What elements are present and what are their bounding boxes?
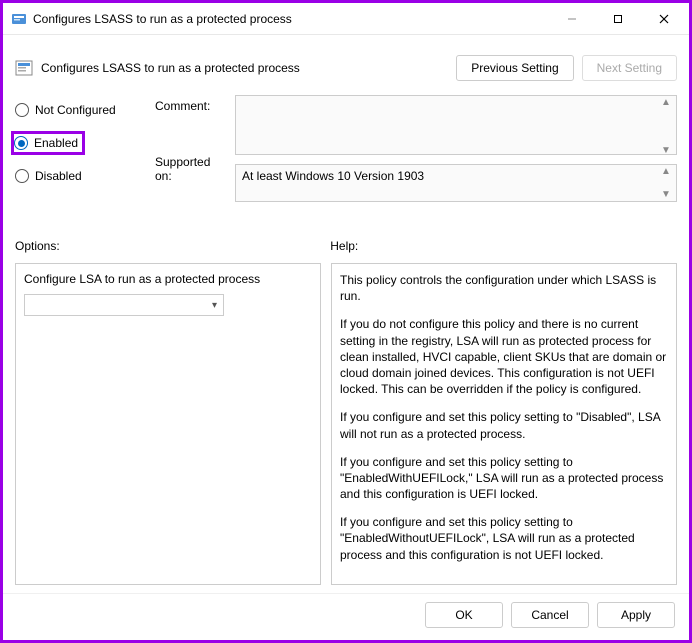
help-p2: If you do not configure this policy and … bbox=[340, 316, 668, 397]
radio-label: Not Configured bbox=[35, 103, 116, 117]
next-setting-button: Next Setting bbox=[582, 55, 677, 81]
apply-button[interactable]: Apply bbox=[597, 602, 675, 628]
config-area: Not Configured Enabled Disabled Comment:… bbox=[3, 93, 689, 233]
comment-input[interactable] bbox=[235, 95, 677, 155]
radio-enabled[interactable]: Enabled bbox=[14, 136, 78, 150]
help-p3: If you configure and set this policy set… bbox=[340, 409, 668, 441]
scroll-down-icon: ▼ bbox=[661, 189, 675, 200]
scroll-down-icon: ▼ bbox=[661, 145, 675, 156]
state-radio-group: Not Configured Enabled Disabled bbox=[15, 95, 145, 225]
radio-not-configured[interactable]: Not Configured bbox=[15, 103, 145, 117]
help-panel: This policy controls the configuration u… bbox=[331, 263, 677, 585]
policy-icon bbox=[11, 11, 27, 27]
help-text: This policy controls the configuration u… bbox=[340, 272, 668, 575]
label-column: Comment: Supported on: bbox=[155, 95, 225, 225]
options-label: Options: bbox=[15, 239, 330, 253]
chevron-down-icon: ▾ bbox=[212, 300, 217, 311]
window-title: Configures LSASS to run as a protected p… bbox=[33, 12, 549, 26]
comment-label: Comment: bbox=[155, 99, 225, 113]
close-button[interactable] bbox=[641, 4, 687, 34]
option-title: Configure LSA to run as a protected proc… bbox=[24, 272, 312, 286]
highlight-enabled: Enabled bbox=[11, 131, 85, 155]
titlebar: Configures LSASS to run as a protected p… bbox=[3, 3, 689, 35]
radio-icon bbox=[14, 136, 28, 150]
scroll-up-icon: ▲ bbox=[661, 166, 675, 177]
ok-button[interactable]: OK bbox=[425, 602, 503, 628]
options-panel: Configure LSA to run as a protected proc… bbox=[15, 263, 321, 585]
supported-on-box: At least Windows 10 Version 1903 bbox=[235, 164, 677, 202]
supported-on-text: At least Windows 10 Version 1903 bbox=[242, 169, 424, 183]
help-p1: This policy controls the configuration u… bbox=[340, 272, 668, 304]
setting-icon bbox=[15, 59, 33, 77]
minimize-button[interactable] bbox=[549, 4, 595, 34]
supported-label: Supported on: bbox=[155, 155, 225, 183]
help-label: Help: bbox=[330, 239, 677, 253]
option-dropdown[interactable]: ▾ bbox=[24, 294, 224, 316]
subheader: Configures LSASS to run as a protected p… bbox=[3, 35, 689, 93]
radio-label: Disabled bbox=[35, 169, 82, 183]
radio-disabled[interactable]: Disabled bbox=[15, 169, 145, 183]
setting-title: Configures LSASS to run as a protected p… bbox=[41, 61, 300, 75]
dialog-footer: OK Cancel Apply bbox=[3, 593, 689, 640]
radio-icon bbox=[15, 103, 29, 117]
maximize-button[interactable] bbox=[595, 4, 641, 34]
panels: Configure LSA to run as a protected proc… bbox=[3, 257, 689, 593]
radio-icon bbox=[15, 169, 29, 183]
radio-label: Enabled bbox=[34, 136, 78, 150]
previous-setting-button[interactable]: Previous Setting bbox=[456, 55, 573, 81]
help-p4: If you configure and set this policy set… bbox=[340, 454, 668, 503]
panel-labels: Options: Help: bbox=[3, 233, 689, 257]
help-p5: If you configure and set this policy set… bbox=[340, 514, 668, 563]
cancel-button[interactable]: Cancel bbox=[511, 602, 589, 628]
scroll-up-icon: ▲ bbox=[661, 97, 675, 108]
